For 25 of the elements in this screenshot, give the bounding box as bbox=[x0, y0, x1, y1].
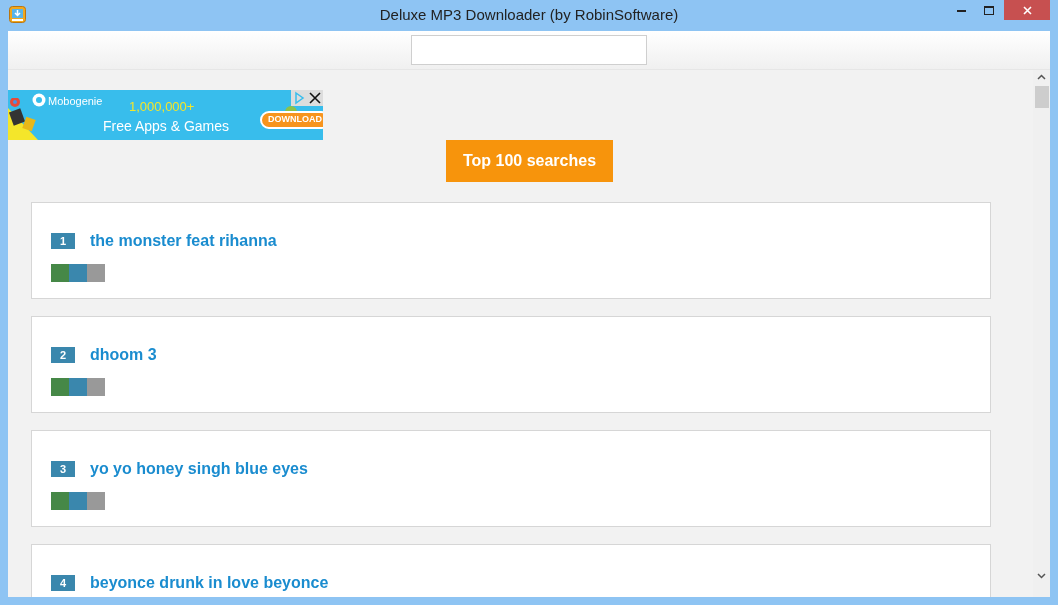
download-button[interactable]: DOWNLOAD bbox=[260, 111, 323, 129]
scroll-down-icon[interactable] bbox=[1037, 573, 1046, 579]
ad-headline: 1,000,000+ bbox=[129, 98, 195, 116]
close-icon[interactable] bbox=[307, 90, 323, 106]
app-icon bbox=[9, 6, 26, 23]
result-link[interactable]: beyonce drunk in love beyonce bbox=[90, 571, 329, 595]
close-icon bbox=[1022, 5, 1032, 15]
rank-label: 1 bbox=[51, 233, 75, 249]
scroll-up-icon[interactable] bbox=[1037, 74, 1046, 80]
search-field[interactable] bbox=[411, 35, 647, 65]
result-link[interactable]: dhoom 3 bbox=[90, 343, 157, 367]
minimize-icon bbox=[957, 8, 966, 12]
ad-brand: Mobogenie bbox=[48, 94, 103, 109]
logo-icon bbox=[32, 93, 46, 107]
ad-banner[interactable]: Mobogenie 1,000,000+ Free Apps & Games DOWNLOAD bbox=[8, 90, 323, 140]
ad-tagline: Free Apps & Games bbox=[103, 117, 230, 136]
maximize-icon bbox=[983, 5, 994, 15]
rank-label: 4 bbox=[51, 575, 75, 591]
window-title: Deluxe MP3 Downloader (by RobinSoftware) bbox=[379, 5, 679, 26]
scroll-thumb[interactable] bbox=[1034, 86, 1049, 108]
result-link[interactable]: yo yo honey singh blue eyes bbox=[90, 457, 308, 481]
rank-label: 3 bbox=[51, 461, 75, 477]
result-link[interactable]: the monster feat rihanna bbox=[90, 229, 277, 253]
top-searches-button[interactable]: Top 100 searches bbox=[446, 140, 613, 182]
rank-label: 2 bbox=[51, 347, 75, 363]
